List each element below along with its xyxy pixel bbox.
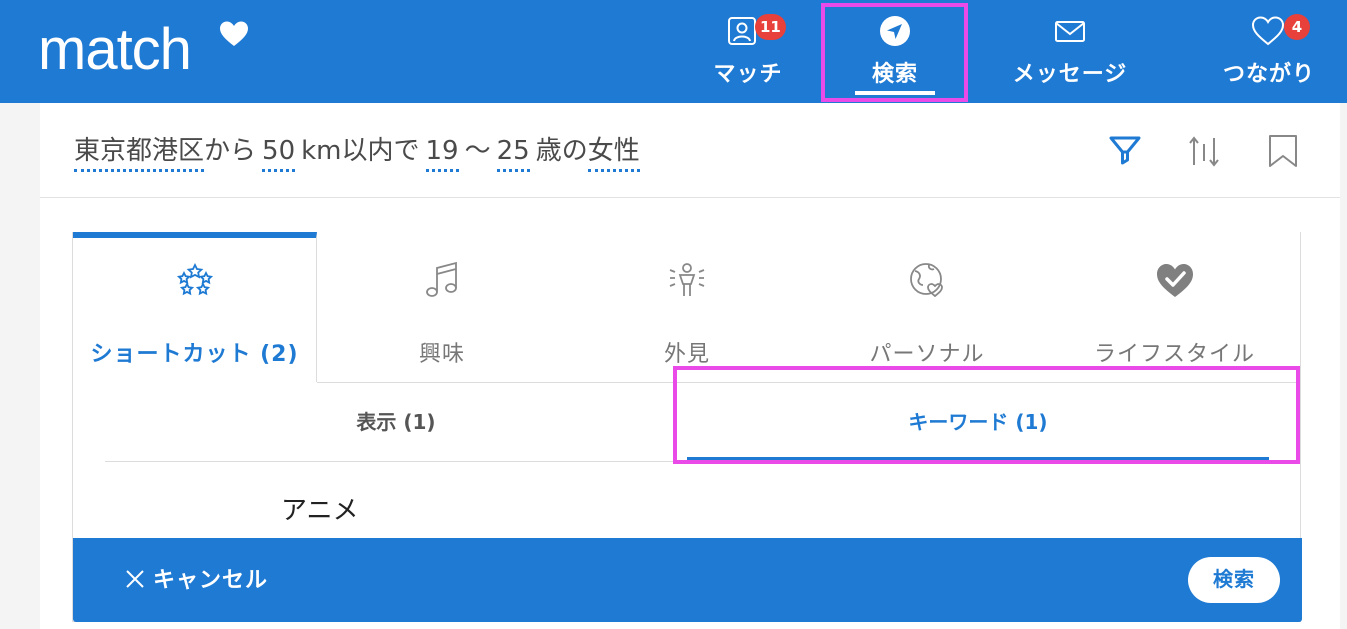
tab-lifestyle-label: ライフスタイル xyxy=(1093,342,1255,367)
stars-icon xyxy=(176,262,213,296)
close-icon xyxy=(126,570,144,588)
tab-shortcuts[interactable]: ショートカット (2) xyxy=(73,232,317,382)
heart-outline-icon xyxy=(1251,16,1285,46)
age-max-link[interactable]: 25 xyxy=(496,136,530,172)
age-min-link[interactable]: 19 xyxy=(425,136,459,172)
globe-heart-icon xyxy=(910,263,943,298)
logo-heart-icon xyxy=(220,21,248,46)
left-gutter xyxy=(0,103,40,629)
heart-check-icon xyxy=(1156,264,1193,297)
match-logo[interactable]: match xyxy=(38,14,192,86)
tab-personal-label: パーソナル xyxy=(869,342,985,367)
nav-connections[interactable]: 4 つながり xyxy=(1210,0,1328,103)
tab-appearance-label: 外見 xyxy=(663,342,710,367)
nav-connections-label: つながり xyxy=(1222,62,1315,87)
nav-messages-label: メッセージ xyxy=(1012,62,1128,87)
keyword-item[interactable]: アニメ xyxy=(281,490,358,527)
profile-card-icon xyxy=(728,17,756,45)
music-note-icon xyxy=(426,261,457,297)
age-suffix-text: 歳の xyxy=(535,136,588,166)
bookmark-icon[interactable] xyxy=(1266,133,1300,169)
nav-messages[interactable]: メッセージ xyxy=(990,0,1150,103)
distance-unit-text: km以内で xyxy=(301,136,420,166)
search-summary: 東京都港区から 50 km以内で 19 〜 25 歳の女性 xyxy=(40,103,1340,198)
search-button[interactable]: 検索 xyxy=(1188,557,1280,603)
search-criteria-text: 東京都港区から 50 km以内で 19 〜 25 歳の女性 xyxy=(74,130,640,172)
tab-personal[interactable]: パーソナル xyxy=(807,232,1047,382)
filter-action-bar: キャンセル 検索 xyxy=(73,538,1302,622)
tab-interests[interactable]: 興味 xyxy=(317,232,567,382)
tab-interests-label: 興味 xyxy=(418,342,465,367)
tab-shortcuts-label: ショートカット (2) xyxy=(90,342,299,367)
from-text: から xyxy=(204,136,257,166)
annotation-highlight-keyword-tab xyxy=(673,366,1300,464)
annotation-highlight-nav-search xyxy=(821,3,968,102)
connections-count-badge: 4 xyxy=(1284,14,1310,40)
person-spotlight-icon xyxy=(669,263,705,296)
distance-link[interactable]: 50 xyxy=(262,136,296,172)
subtab-display[interactable]: 表示 (1) xyxy=(105,382,687,462)
filter-icon[interactable] xyxy=(1108,133,1142,169)
envelope-icon xyxy=(1055,21,1085,42)
tilde-text: 〜 xyxy=(464,136,491,166)
top-nav-bar: match 11 マッチ 検索 メッセージ 4 つながり xyxy=(0,0,1347,103)
nav-match-label: マッチ xyxy=(713,62,783,87)
cancel-label: キャンセル xyxy=(153,568,269,593)
right-gutter xyxy=(1340,103,1347,629)
cancel-button[interactable]: キャンセル xyxy=(125,562,268,594)
match-count-badge: 11 xyxy=(755,14,786,40)
gender-link[interactable]: 女性 xyxy=(587,136,640,172)
sort-icon[interactable] xyxy=(1187,133,1221,169)
tab-lifestyle[interactable]: ライフスタイル xyxy=(1047,232,1302,382)
tab-appearance[interactable]: 外見 xyxy=(567,232,807,382)
nav-match[interactable]: 11 マッチ xyxy=(698,0,798,103)
location-link[interactable]: 東京都港区 xyxy=(74,136,205,172)
